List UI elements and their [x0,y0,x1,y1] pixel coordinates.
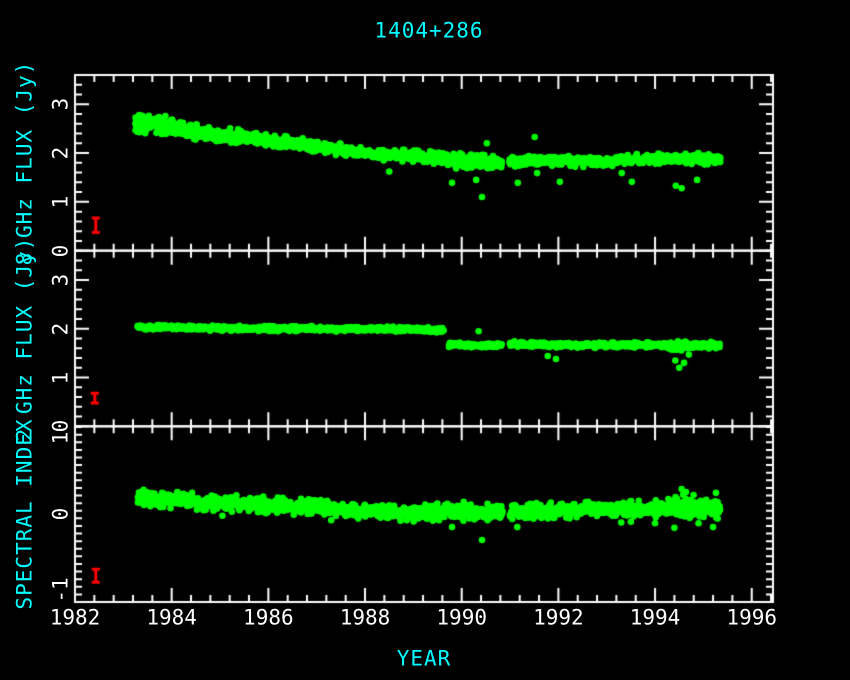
x-tick-label: 1988 [340,608,391,629]
y-tick-label: 1 [51,371,72,384]
y-tick-label: 0 [51,508,72,521]
y-tick-label: 0 [51,244,72,257]
plot-canvas [0,0,850,680]
x-tick-label: 1984 [146,608,197,629]
x-tick-label: 1992 [533,608,584,629]
x-tick-label: 1994 [630,608,681,629]
y-axis-title-8ghz: 8 GHz FLUX (Jy) [15,61,36,266]
y-tick-label: 1 [51,196,72,209]
x-tick-label: 1990 [436,608,487,629]
x-tick-label: 1996 [726,608,777,629]
y-axis-title-spectral-index: SPECTRAL INDEX [15,418,36,609]
x-axis-title: YEAR [397,649,452,670]
y-tick-label: 3 [51,274,72,287]
y-tick-label: 3 [51,98,72,111]
y-tick-label: 2 [51,147,72,160]
x-tick-label: 1986 [243,608,294,629]
y-tick-label: -1 [51,578,72,603]
y-axis-title-2ghz: 2 GHz FLUX (Jy) [15,237,36,442]
x-tick-label: 1982 [50,608,101,629]
light-curve-figure: 1404+286 8 GHz FLUX (Jy) 2 GHz FLUX (Jy)… [0,0,850,680]
y-tick-label: 1 [51,432,72,445]
y-tick-label: 2 [51,322,72,335]
chart-title: 1404+286 [374,21,483,42]
